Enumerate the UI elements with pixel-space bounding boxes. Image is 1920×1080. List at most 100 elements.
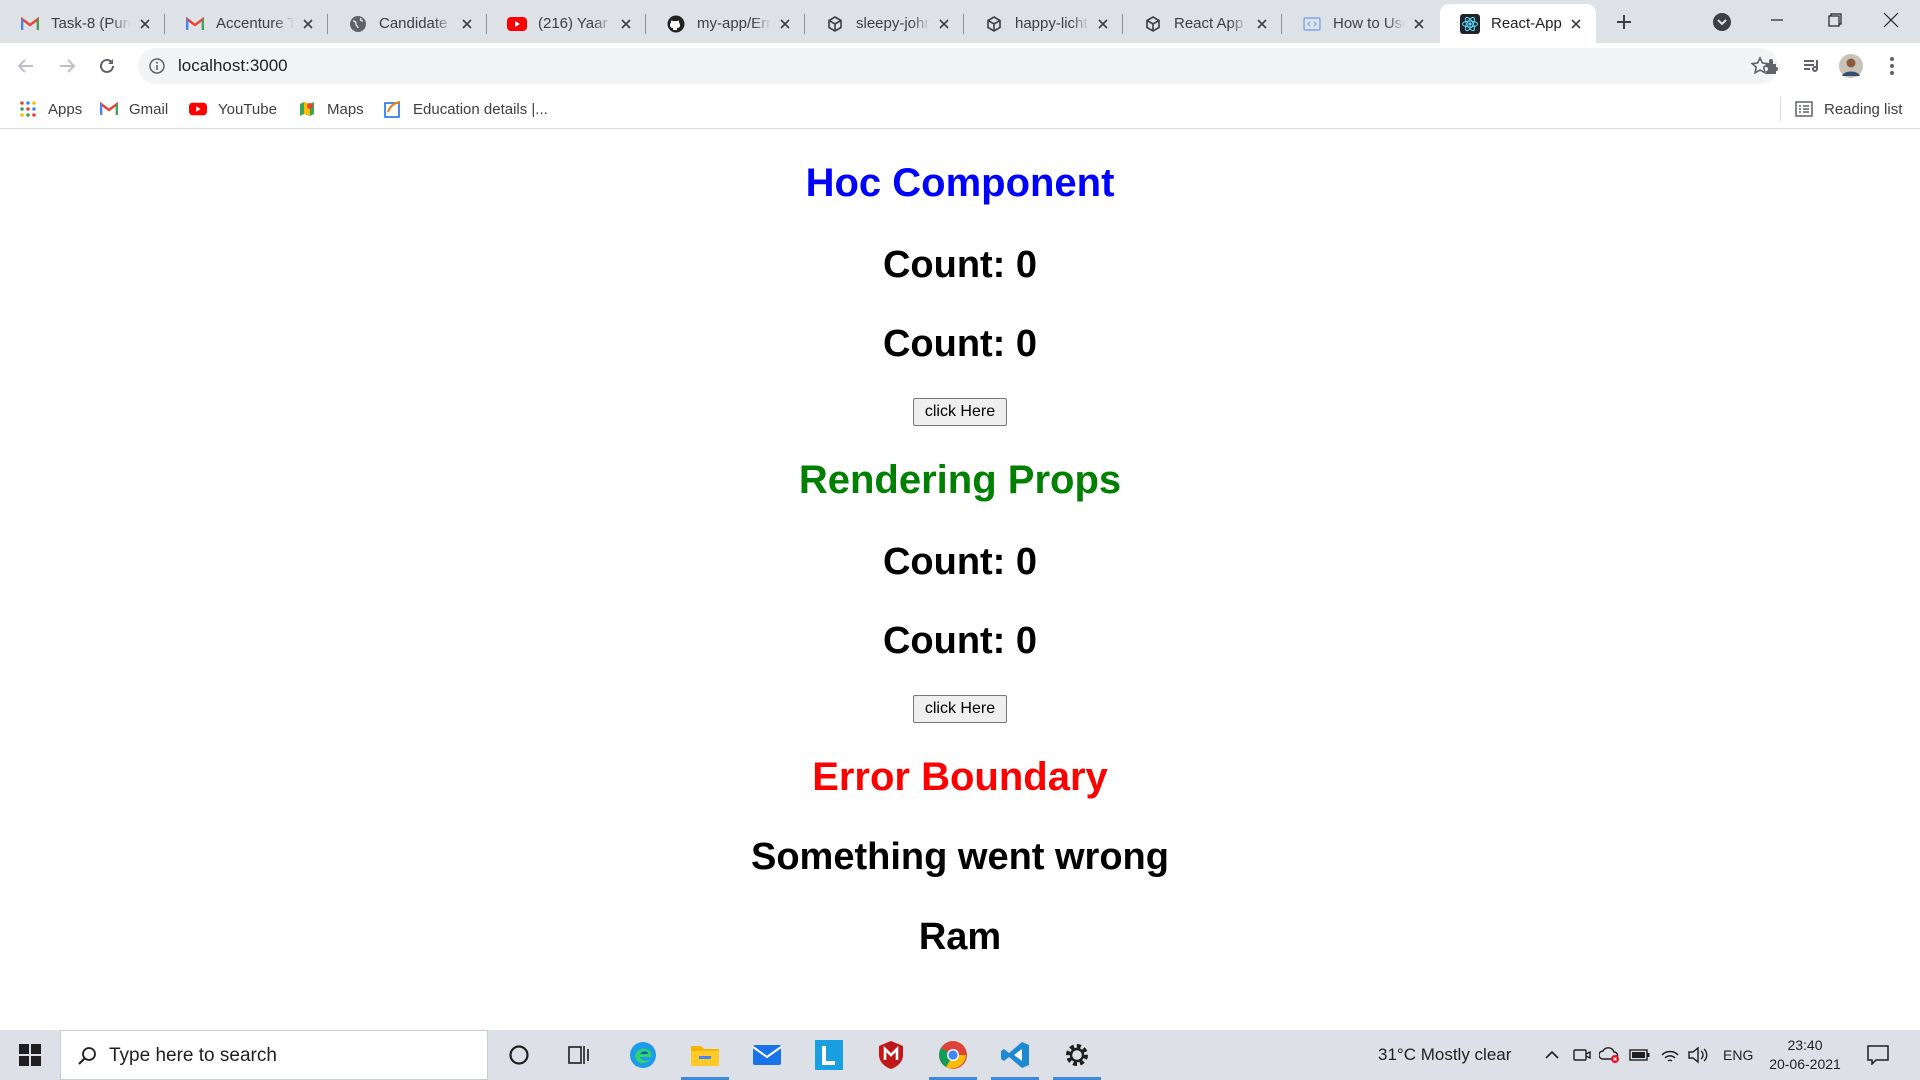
tab-candidate[interactable]: Candidate — [328, 4, 487, 43]
battery-icon[interactable] — [1628, 1043, 1652, 1067]
minimize-button[interactable] — [1748, 0, 1806, 40]
reading-list-label: Reading list — [1824, 100, 1903, 118]
bookmark-education[interactable]: Education details |... — [384, 97, 548, 121]
taskbar-edge[interactable] — [614, 1030, 672, 1080]
chevron-down-circle-icon — [1713, 13, 1731, 31]
forward-button[interactable] — [51, 50, 83, 82]
bookmark-label: Gmail — [129, 100, 169, 118]
tab-accenture[interactable]: Accenture T — [165, 4, 328, 43]
tab-youtube[interactable]: (216) Yaar in — [487, 4, 646, 43]
maps-icon — [298, 100, 316, 118]
bookmark-apps[interactable]: Apps — [19, 97, 82, 121]
windows-icon — [19, 1044, 41, 1066]
vscode-icon — [1001, 1042, 1029, 1068]
close-icon[interactable] — [135, 14, 155, 34]
youtube-icon — [507, 14, 527, 34]
minimize-icon — [1771, 19, 1783, 21]
restore-button[interactable] — [1806, 0, 1864, 40]
close-icon[interactable] — [1093, 14, 1113, 34]
onedrive-error-icon[interactable] — [1598, 1043, 1622, 1067]
weather-moon-icon[interactable] — [1339, 1043, 1363, 1067]
cortana-button[interactable] — [490, 1030, 548, 1080]
tab-search-button[interactable] — [1710, 10, 1734, 34]
taskbar-chrome[interactable] — [924, 1030, 982, 1080]
reading-list-button[interactable]: Reading list — [1795, 97, 1902, 121]
close-icon[interactable] — [934, 14, 954, 34]
clock-date: 20-06-2021 — [1769, 1056, 1841, 1072]
address-bar[interactable]: localhost:3000 — [138, 48, 1778, 84]
reload-icon — [100, 58, 114, 73]
chrome-icon — [939, 1041, 967, 1069]
close-icon[interactable] — [298, 14, 318, 34]
tab-title: How to Use — [1333, 15, 1405, 32]
tab-github[interactable]: my-app/Err — [646, 4, 805, 43]
close-icon[interactable] — [616, 14, 636, 34]
codesandbox-icon — [1143, 14, 1163, 34]
bookmark-label: Maps — [327, 100, 364, 118]
weather-text[interactable]: 31°C Mostly clear — [1378, 1030, 1511, 1080]
clock[interactable]: 23:40 20-06-2021 — [1760, 1036, 1850, 1074]
bookmark-maps[interactable]: Maps — [298, 97, 364, 121]
speaker-icon[interactable] — [1686, 1043, 1710, 1067]
react-icon — [1460, 13, 1480, 34]
meet-now-icon[interactable] — [1570, 1043, 1594, 1067]
close-icon[interactable] — [1566, 14, 1586, 34]
media-controls-icon[interactable] — [1799, 53, 1825, 79]
notifications-icon[interactable] — [1866, 1043, 1890, 1067]
hoc-click-button[interactable]: click Here — [913, 398, 1007, 426]
tab-sleepy-john[interactable]: sleepy-john — [805, 4, 964, 43]
taskbar-mcafee[interactable] — [862, 1030, 920, 1080]
gmail-icon — [185, 14, 205, 34]
bookmark-label: Education details |... — [413, 100, 548, 118]
arrow-left-icon — [17, 59, 33, 73]
close-icon[interactable] — [1252, 14, 1272, 34]
chevron-up-icon[interactable] — [1540, 1043, 1564, 1067]
error-boundary-heading: Error Boundary — [812, 755, 1108, 799]
tab-title: sleepy-john — [856, 15, 930, 32]
close-icon[interactable] — [775, 14, 795, 34]
mail-icon — [752, 1045, 782, 1065]
wifi-icon[interactable] — [1658, 1043, 1682, 1067]
close-icon — [1883, 12, 1899, 28]
taskbar-vscode[interactable] — [986, 1030, 1044, 1080]
close-icon[interactable] — [1409, 14, 1429, 34]
reload-button[interactable] — [91, 50, 123, 82]
render-count-1: Count: 0 — [882, 541, 1038, 583]
web-page-icon — [1302, 14, 1322, 34]
search-icon — [75, 1044, 99, 1068]
render-props-heading: Rendering Props — [798, 458, 1122, 502]
url-text[interactable]: localhost:3000 — [178, 56, 288, 76]
arrow-right-icon — [60, 59, 76, 73]
bookmark-gmail[interactable]: Gmail — [100, 97, 168, 121]
start-button[interactable] — [0, 1030, 60, 1080]
language-indicator[interactable]: ENG — [1723, 1030, 1753, 1080]
extensions-icon[interactable] — [1759, 53, 1785, 79]
tab-task-8[interactable]: Task-8 (Pure — [0, 4, 165, 43]
folder-icon — [691, 1046, 719, 1066]
tab-react-app[interactable]: React App — [1123, 4, 1282, 43]
avatar[interactable] — [1838, 53, 1864, 79]
tab-how-to-use[interactable]: How to Use — [1282, 4, 1439, 43]
tab-react-app-active[interactable]: React-App — [1440, 4, 1596, 43]
more-vert-icon[interactable] — [1879, 53, 1905, 79]
tab-title: my-app/Err — [697, 15, 771, 32]
globe-icon — [348, 14, 368, 34]
bookmark-label: YouTube — [218, 100, 277, 118]
taskbar-l-app[interactable] — [800, 1030, 858, 1080]
back-button[interactable] — [10, 50, 42, 82]
reading-list-icon — [1795, 100, 1813, 118]
taskbar-search[interactable]: Type here to search — [60, 1030, 488, 1080]
close-icon[interactable] — [457, 14, 477, 34]
youtube-icon — [189, 100, 207, 118]
tab-title: Accenture T — [216, 15, 294, 32]
taskbar-mail[interactable] — [738, 1030, 796, 1080]
task-view-button[interactable] — [550, 1030, 608, 1080]
close-window-button[interactable] — [1862, 0, 1920, 40]
taskbar-file-explorer[interactable] — [676, 1030, 734, 1080]
render-click-button[interactable]: click Here — [913, 695, 1007, 723]
tab-happy-licht[interactable]: happy-licht — [964, 4, 1123, 43]
info-icon[interactable] — [148, 57, 166, 75]
bookmark-youtube[interactable]: YouTube — [189, 97, 277, 121]
new-tab-button[interactable] — [1610, 8, 1638, 36]
taskbar-settings[interactable] — [1048, 1030, 1106, 1080]
